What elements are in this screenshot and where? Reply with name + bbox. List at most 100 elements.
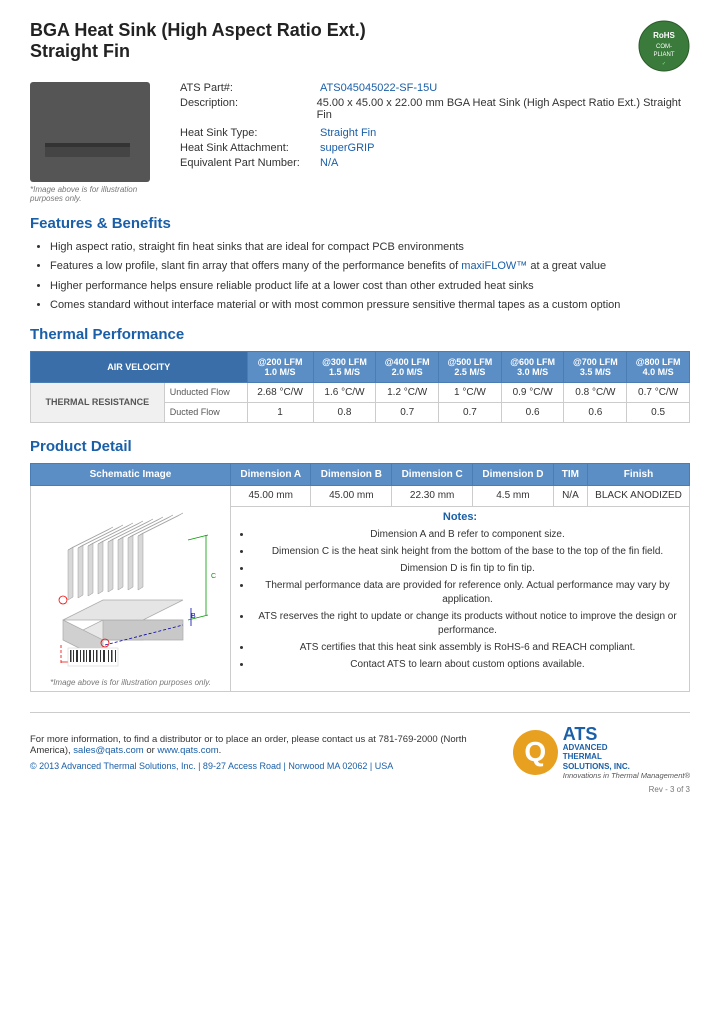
svg-text:RoHS: RoHS	[653, 31, 675, 40]
features-section: Features & Benefits High aspect ratio, s…	[30, 215, 690, 314]
schematic-image-cell: A B C	[31, 485, 231, 691]
col-200lfm: @200 LFM1.0 M/S	[247, 351, 313, 382]
product-info-section: *Image above is for illustration purpose…	[30, 82, 690, 203]
product-title-line2: Straight Fin	[30, 41, 366, 62]
heat-sink-type-value: Straight Fin	[320, 127, 376, 139]
list-item: ATS certifies that this heat sink assemb…	[252, 641, 683, 655]
product-detail-section: Product Detail Schematic Image Dimension…	[30, 438, 690, 692]
list-item: Comes standard without interface materia…	[50, 298, 690, 313]
description-label: Description:	[180, 97, 317, 121]
finish-header: Finish	[588, 463, 690, 485]
dim-a-value: 45.00 mm	[231, 485, 311, 506]
list-item: Features a low profile, slant fin array …	[50, 259, 690, 274]
ducted-600: 0.6	[501, 402, 564, 422]
dim-c-header: Dimension C	[392, 463, 473, 485]
col-600lfm: @600 LFM3.0 M/S	[501, 351, 564, 382]
heat-sink-type-label: Heat Sink Type:	[180, 127, 320, 139]
svg-text:✓: ✓	[662, 61, 666, 67]
svg-text:PLIANT: PLIANT	[653, 52, 674, 58]
col-300lfm: @300 LFM1.5 M/S	[313, 351, 376, 382]
unducted-800: 0.7 °C/W	[627, 382, 690, 402]
svg-text:COM-: COM-	[656, 44, 672, 50]
part-number: ATS045045022-SF-15U	[320, 82, 437, 94]
ducted-200: 1	[247, 402, 313, 422]
ducted-800: 0.5	[627, 402, 690, 422]
ats-logo-text-block: ATS ADVANCEDTHERMALSOLUTIONS, INC. Innov…	[563, 725, 690, 781]
description-value: 45.00 x 45.00 x 22.00 mm BGA Heat Sink (…	[317, 97, 690, 121]
unducted-300: 1.6 °C/W	[313, 382, 376, 402]
schematic-note: *Image above is for illustration purpose…	[37, 678, 224, 687]
ats-logo: Q ATS ADVANCEDTHERMALSOLUTIONS, INC. Inn…	[513, 725, 690, 781]
ats-fullname: ADVANCEDTHERMALSOLUTIONS, INC.	[563, 743, 690, 772]
ats-tagline: Innovations in Thermal Management®	[563, 771, 690, 780]
tim-header: TIM	[553, 463, 587, 485]
dim-a-header: Dimension A	[231, 463, 311, 485]
unducted-200: 2.68 °C/W	[247, 382, 313, 402]
product-title-block: BGA Heat Sink (High Aspect Ratio Ext.) S…	[30, 20, 366, 62]
list-item: Higher performance helps ensure reliable…	[50, 279, 690, 294]
dim-b-header: Dimension B	[311, 463, 392, 485]
ducted-flow-label: Ducted Flow	[164, 402, 247, 422]
product-detail-title: Product Detail	[30, 438, 690, 455]
air-velocity-header: AIR VELOCITY	[31, 351, 248, 382]
product-image-area: *Image above is for illustration purpose…	[30, 82, 160, 203]
product-image-box	[30, 82, 150, 182]
list-item: Thermal performance data are provided fo…	[252, 579, 683, 607]
notes-list: Dimension A and B refer to component siz…	[252, 528, 683, 672]
equivalent-part-label: Equivalent Part Number:	[180, 157, 320, 169]
footer-section: For more information, to find a distribu…	[30, 712, 690, 781]
finish-value: BLACK ANODIZED	[588, 485, 690, 506]
list-item: High aspect ratio, straight fin heat sin…	[50, 240, 690, 255]
dim-d-header: Dimension D	[473, 463, 554, 485]
product-title-line1: BGA Heat Sink (High Aspect Ratio Ext.)	[30, 20, 366, 41]
notes-title: Notes:	[237, 511, 683, 523]
unducted-flow-label: Unducted Flow	[164, 382, 247, 402]
ats-q-logo: Q	[513, 730, 558, 775]
ducted-500: 0.7	[439, 402, 502, 422]
notes-cell: Notes: Dimension A and B refer to compon…	[231, 506, 690, 691]
list-item: ATS reserves the right to update or chan…	[252, 610, 683, 638]
footer-or: or	[146, 745, 154, 756]
tim-value: N/A	[553, 485, 587, 506]
list-item: Contact ATS to learn about custom option…	[252, 658, 683, 672]
rohs-badge: RoHS COM- PLIANT ✓	[638, 20, 690, 72]
footer-info-text: For more information, to find a distribu…	[30, 734, 493, 756]
col-400lfm: @400 LFM2.0 M/S	[376, 351, 439, 382]
footer-email[interactable]: sales@qats.com	[73, 745, 143, 756]
svg-text:C: C	[211, 573, 216, 580]
features-title: Features & Benefits	[30, 215, 690, 232]
schematic-header: Schematic Image	[31, 463, 231, 485]
features-list: High aspect ratio, straight fin heat sin…	[50, 240, 690, 314]
page-number: Rev - 3 of 3	[30, 785, 690, 794]
dim-c-value: 22.30 mm	[392, 485, 473, 506]
equivalent-part-value: N/A	[320, 157, 338, 169]
thermal-resistance-label: THERMAL RESISTANCE	[31, 382, 165, 422]
col-800lfm: @800 LFM4.0 M/S	[627, 351, 690, 382]
list-item: Dimension D is fin tip to fin tip.	[252, 562, 683, 576]
footer-copyright: © 2013 Advanced Thermal Solutions, Inc. …	[30, 761, 493, 771]
col-700lfm: @700 LFM3.5 M/S	[564, 351, 627, 382]
part-label: ATS Part#:	[180, 82, 320, 94]
unducted-600: 0.9 °C/W	[501, 382, 564, 402]
list-item: Dimension C is the heat sink height from…	[252, 545, 683, 559]
footer-website[interactable]: www.qats.com	[157, 745, 218, 756]
footer-contact: For more information, to find a distribu…	[30, 734, 493, 771]
thermal-title: Thermal Performance	[30, 326, 690, 343]
maxiflow-link: maxiFLOW™	[461, 260, 527, 272]
unducted-700: 0.8 °C/W	[564, 382, 627, 402]
ducted-700: 0.6	[564, 402, 627, 422]
unducted-400: 1.2 °C/W	[376, 382, 439, 402]
product-detail-table: Schematic Image Dimension A Dimension B …	[30, 463, 690, 692]
dim-d-value: 4.5 mm	[473, 485, 554, 506]
thermal-section: Thermal Performance AIR VELOCITY @200 LF…	[30, 326, 690, 423]
list-item: Dimension A and B refer to component siz…	[252, 528, 683, 542]
col-500lfm: @500 LFM2.5 M/S	[439, 351, 502, 382]
product-image-note: *Image above is for illustration purpose…	[30, 185, 160, 203]
ats-name: ATS	[563, 725, 690, 743]
product-details-table: ATS Part#: ATS045045022-SF-15U Descripti…	[180, 82, 690, 203]
ducted-400: 0.7	[376, 402, 439, 422]
heat-sink-attachment-label: Heat Sink Attachment:	[180, 142, 320, 154]
unducted-500: 1 °C/W	[439, 382, 502, 402]
ducted-300: 0.8	[313, 402, 376, 422]
dim-b-value: 45.00 mm	[311, 485, 392, 506]
